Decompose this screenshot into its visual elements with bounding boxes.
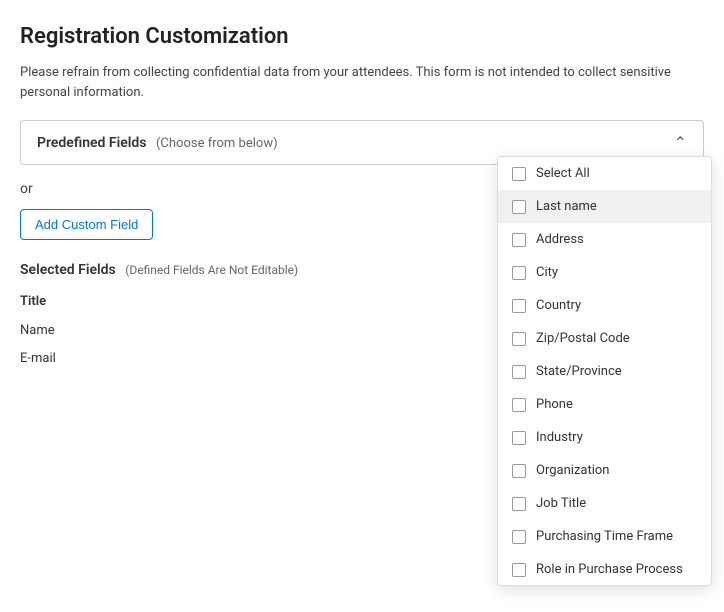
dropdown-item-checkbox[interactable] xyxy=(512,332,526,346)
dropdown-item[interactable]: Industry xyxy=(498,421,711,454)
page-container: Registration Customization Please refrai… xyxy=(0,0,724,396)
add-custom-field-button[interactable]: Add Custom Field xyxy=(20,209,153,240)
dropdown-item-label: Role in Purchase Process xyxy=(536,562,683,577)
row-title: E-mail xyxy=(20,345,499,373)
dropdown-item-label: Address xyxy=(536,232,584,247)
dropdown-item-label: Last name xyxy=(536,199,597,214)
dropdown-item-label: Select All xyxy=(536,166,590,181)
predefined-fields-dropdown[interactable]: Select All Last name Address City Country Zip… xyxy=(497,156,712,586)
dropdown-item-checkbox[interactable] xyxy=(512,200,526,214)
dropdown-item-checkbox[interactable] xyxy=(512,365,526,379)
row-title: Name xyxy=(20,317,499,345)
dropdown-item[interactable]: Country xyxy=(498,289,711,322)
dropdown-item[interactable]: Organization xyxy=(498,454,711,487)
dropdown-item-checkbox[interactable] xyxy=(512,233,526,247)
dropdown-item-label: Country xyxy=(536,298,581,313)
dropdown-item[interactable]: City xyxy=(498,256,711,289)
chevron-down-icon: ⌃ xyxy=(674,133,687,152)
dropdown-item[interactable]: State/Province xyxy=(498,355,711,388)
predefined-fields-label: Predefined Fields xyxy=(37,135,147,151)
notice-text: Please refrain from collecting confident… xyxy=(20,63,704,102)
dropdown-item-checkbox[interactable] xyxy=(512,563,526,577)
dropdown-item-label: Phone xyxy=(536,397,573,412)
predefined-fields-sublabel: (Choose from below) xyxy=(156,136,278,151)
col-title-header: Title xyxy=(20,290,499,317)
dropdown-item[interactable]: Role in Purchase Process xyxy=(498,553,711,586)
dropdown-item-label: Zip/Postal Code xyxy=(536,331,630,346)
dropdown-item-checkbox[interactable] xyxy=(512,497,526,511)
dropdown-item-label: State/Province xyxy=(536,364,622,379)
dropdown-item-checkbox[interactable] xyxy=(512,431,526,445)
dropdown-item[interactable]: Select All xyxy=(498,157,711,190)
dropdown-item-checkbox[interactable] xyxy=(512,530,526,544)
dropdown-item-checkbox[interactable] xyxy=(512,398,526,412)
dropdown-item[interactable]: Last name xyxy=(498,190,711,223)
dropdown-item-label: Job Title xyxy=(536,496,586,511)
dropdown-item-checkbox[interactable] xyxy=(512,266,526,280)
dropdown-item-label: Organization xyxy=(536,463,609,478)
dropdown-item-checkbox[interactable] xyxy=(512,299,526,313)
dropdown-item[interactable]: Address xyxy=(498,223,711,256)
dropdown-item-checkbox[interactable] xyxy=(512,167,526,181)
dropdown-item-checkbox[interactable] xyxy=(512,464,526,478)
dropdown-item[interactable]: Zip/Postal Code xyxy=(498,322,711,355)
dropdown-item[interactable]: Phone xyxy=(498,388,711,421)
dropdown-item-label: Purchasing Time Frame xyxy=(536,529,673,544)
dropdown-item-label: City xyxy=(536,265,558,280)
dropdown-item[interactable]: Purchasing Time Frame xyxy=(498,520,711,553)
dropdown-item[interactable]: Job Title xyxy=(498,487,711,520)
page-title: Registration Customization xyxy=(20,24,704,49)
dropdown-item-label: Industry xyxy=(536,430,583,445)
